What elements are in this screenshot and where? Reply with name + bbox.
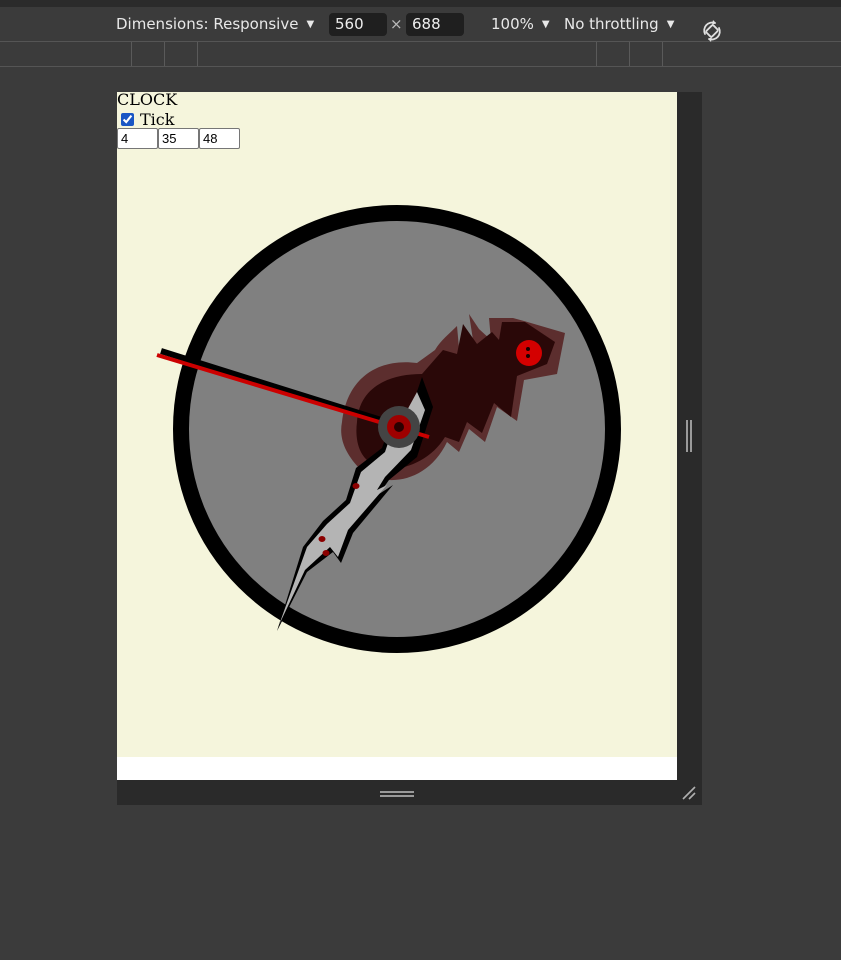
ruler-tick <box>164 42 165 66</box>
height-input[interactable]: 688 <box>406 13 464 36</box>
media-query-ruler <box>0 42 841 67</box>
chevron-down-icon: ▼ <box>666 18 675 30</box>
times-symbol: × <box>390 15 403 33</box>
blade-dot <box>352 483 360 489</box>
tick-checkbox[interactable] <box>121 113 134 126</box>
tick-label: Tick <box>140 110 175 129</box>
throttling-dropdown[interactable]: No throttling ▼ <box>564 7 674 41</box>
time-inputs <box>117 128 240 149</box>
blade-dot <box>322 550 330 556</box>
ornament-dot <box>526 354 530 358</box>
minutes-input[interactable] <box>158 128 199 149</box>
blade-dot <box>318 536 326 542</box>
device-toolbar: Dimensions: Responsive ▼ 560 × 688 100% … <box>0 7 841 42</box>
ruler-tick <box>596 42 597 66</box>
tick-option[interactable]: Tick <box>117 110 174 129</box>
seconds-input[interactable] <box>199 128 240 149</box>
rotate-icon[interactable] <box>700 19 724 43</box>
ruler-tick <box>662 42 663 66</box>
resize-handle-icon[interactable] <box>680 784 698 802</box>
resize-handle-bottom[interactable] <box>380 790 414 799</box>
clock-canvas <box>156 205 621 653</box>
hour-hand-ornament <box>516 340 542 366</box>
zoom-dropdown[interactable]: 100% ▼ <box>491 7 550 41</box>
width-input[interactable]: 560 <box>329 13 387 36</box>
resize-handle-right[interactable] <box>685 420 693 452</box>
page-title: CLOCK <box>117 92 178 109</box>
center-pin <box>394 422 404 432</box>
chevron-down-icon: ▼ <box>306 18 315 30</box>
hours-input[interactable] <box>117 128 158 149</box>
ruler-tick <box>629 42 630 66</box>
chevron-down-icon: ▼ <box>541 18 550 30</box>
ornament-dot <box>526 347 530 351</box>
ruler-tick <box>131 42 132 66</box>
dimensions-dropdown[interactable]: Dimensions: Responsive ▼ <box>116 7 314 41</box>
page-viewport: CLOCK Tick <box>117 92 677 780</box>
page-body: CLOCK Tick <box>117 92 677 757</box>
devtools-top-strip <box>0 0 841 7</box>
ruler-tick <box>197 42 198 66</box>
zoom-label: 100% <box>491 15 534 33</box>
throttling-label: No throttling <box>564 15 659 33</box>
dimensions-label: Dimensions: Responsive <box>116 15 299 33</box>
